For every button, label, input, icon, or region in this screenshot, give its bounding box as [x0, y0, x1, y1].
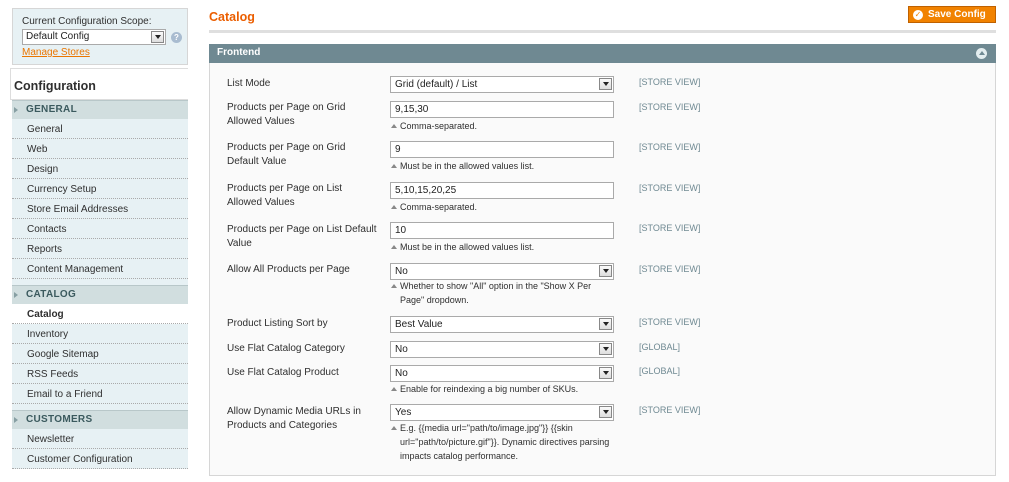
field-label: Products per Page on List Default Value — [227, 224, 377, 249]
field-note: Comma-separated. — [391, 119, 611, 133]
sidebar-item-customer-configuration[interactable]: Customer Configuration — [12, 449, 188, 469]
sidebar-item-inventory[interactable]: Inventory — [12, 324, 188, 344]
scope-tag: [STORE VIEW] — [639, 102, 701, 112]
select-value: No — [395, 344, 408, 355]
checkmark-icon: ✓ — [913, 9, 923, 20]
sidebar-item-content-management[interactable]: Content Management — [12, 259, 188, 279]
scope-tag: [STORE VIEW] — [639, 405, 701, 415]
title-divider — [209, 30, 996, 33]
field-label: Products per Page on Grid Allowed Values — [227, 102, 346, 127]
allow-all-products-select[interactable]: No — [390, 263, 614, 280]
sidebar-item-contacts[interactable]: Contacts — [12, 219, 188, 239]
field-note: E.g. {{media url="path/to/image.jpg"}} {… — [391, 421, 611, 463]
page-title: Catalog — [209, 10, 255, 24]
chevron-down-icon[interactable] — [151, 31, 164, 43]
chevron-down-icon[interactable] — [599, 406, 612, 418]
scope-tag: [STORE VIEW] — [639, 183, 701, 193]
field-label: Products per Page on List Allowed Values — [227, 183, 343, 208]
sidebar-item-general[interactable]: General — [12, 119, 188, 139]
field-note: Comma-separated. — [391, 200, 611, 214]
collapse-icon[interactable] — [976, 48, 987, 59]
field-label: List Mode — [227, 78, 271, 89]
field-note: Must be in the allowed values list. — [391, 159, 611, 173]
scope-tag: [GLOBAL] — [639, 342, 681, 352]
list-allowed-values-input[interactable]: 5,10,15,20,25 — [390, 182, 614, 199]
field-note: Enable for reindexing a big number of SK… — [391, 382, 611, 396]
scope-tag: [STORE VIEW] — [639, 223, 701, 233]
chevron-down-icon[interactable] — [599, 343, 612, 355]
manage-stores-link[interactable]: Manage Stores — [22, 47, 187, 58]
fieldset-body: List Mode Grid (default) / List [STORE V… — [209, 63, 996, 476]
field-label: Use Flat Catalog Product — [227, 367, 339, 378]
sidebar-item-catalog[interactable]: Catalog — [12, 304, 188, 324]
field-label: Use Flat Catalog Category — [227, 343, 345, 354]
sidebar-item-rss-feeds[interactable]: RSS Feeds — [12, 364, 188, 384]
section-catalog[interactable]: CATALOG — [12, 285, 188, 304]
flat-catalog-product-select[interactable]: No — [390, 365, 614, 382]
sidebar-item-newsletter[interactable]: Newsletter — [12, 429, 188, 449]
field-note: Whether to show "All" option in the "Sho… — [391, 279, 611, 307]
scope-tag: [STORE VIEW] — [639, 264, 701, 274]
scope-tag: [STORE VIEW] — [639, 142, 701, 152]
scope-switcher: Current Configuration Scope: Default Con… — [12, 8, 188, 65]
chevron-down-icon[interactable] — [599, 265, 612, 277]
save-config-label: Save Config — [928, 9, 986, 20]
dynamic-media-urls-select[interactable]: Yes — [390, 404, 614, 421]
select-value: Yes — [395, 407, 412, 418]
fieldset-title: Frontend — [217, 47, 261, 58]
field-label: Allow All Products per Page — [227, 264, 350, 275]
chevron-down-icon[interactable] — [599, 78, 612, 90]
field-note: Must be in the allowed values list. — [391, 240, 611, 254]
field-label: Allow Dynamic Media URLs in Products and… — [227, 406, 361, 431]
flat-catalog-category-select[interactable]: No — [390, 341, 614, 358]
scope-row: Default Config ? — [22, 29, 187, 45]
section-general[interactable]: GENERAL — [12, 100, 188, 119]
list-mode-select[interactable]: Grid (default) / List — [390, 76, 614, 93]
save-config-button[interactable]: ✓ Save Config — [908, 6, 996, 23]
fieldset-header-frontend[interactable]: Frontend — [209, 44, 996, 63]
select-value: Best Value — [395, 319, 443, 330]
scope-select[interactable]: Default Config — [22, 29, 166, 45]
chevron-down-icon[interactable] — [599, 318, 612, 330]
sidebar-item-web[interactable]: Web — [12, 139, 188, 159]
grid-allowed-values-input[interactable]: 9,15,30 — [390, 101, 614, 118]
listing-sort-by-select[interactable]: Best Value — [390, 316, 614, 333]
scope-tag: [STORE VIEW] — [639, 317, 701, 327]
scope-label: Current Configuration Scope: — [22, 16, 152, 27]
select-value: Grid (default) / List — [395, 79, 478, 90]
scope-tag: [GLOBAL] — [639, 366, 681, 376]
section-customers[interactable]: CUSTOMERS — [12, 410, 188, 429]
chevron-down-icon[interactable] — [599, 367, 612, 379]
configuration-title: Configuration — [10, 68, 188, 100]
sidebar-item-email-to-a-friend[interactable]: Email to a Friend — [12, 384, 188, 404]
sidebar-item-reports[interactable]: Reports — [12, 239, 188, 259]
select-value: No — [395, 368, 408, 379]
sidebar: GENERAL General Web Design Currency Setu… — [12, 100, 188, 469]
help-icon[interactable]: ? — [171, 31, 182, 43]
field-label: Product Listing Sort by — [227, 318, 328, 329]
sidebar-item-currency-setup[interactable]: Currency Setup — [12, 179, 188, 199]
select-value: No — [395, 266, 408, 277]
scope-select-value: Default Config — [26, 31, 90, 42]
sidebar-item-design[interactable]: Design — [12, 159, 188, 179]
sidebar-item-google-sitemap[interactable]: Google Sitemap — [12, 344, 188, 364]
list-default-value-input[interactable]: 10 — [390, 222, 614, 239]
grid-default-value-input[interactable]: 9 — [390, 141, 614, 158]
sidebar-item-store-email-addresses[interactable]: Store Email Addresses — [12, 199, 188, 219]
scope-tag: [STORE VIEW] — [639, 77, 701, 87]
field-label: Products per Page on Grid Default Value — [227, 142, 346, 167]
